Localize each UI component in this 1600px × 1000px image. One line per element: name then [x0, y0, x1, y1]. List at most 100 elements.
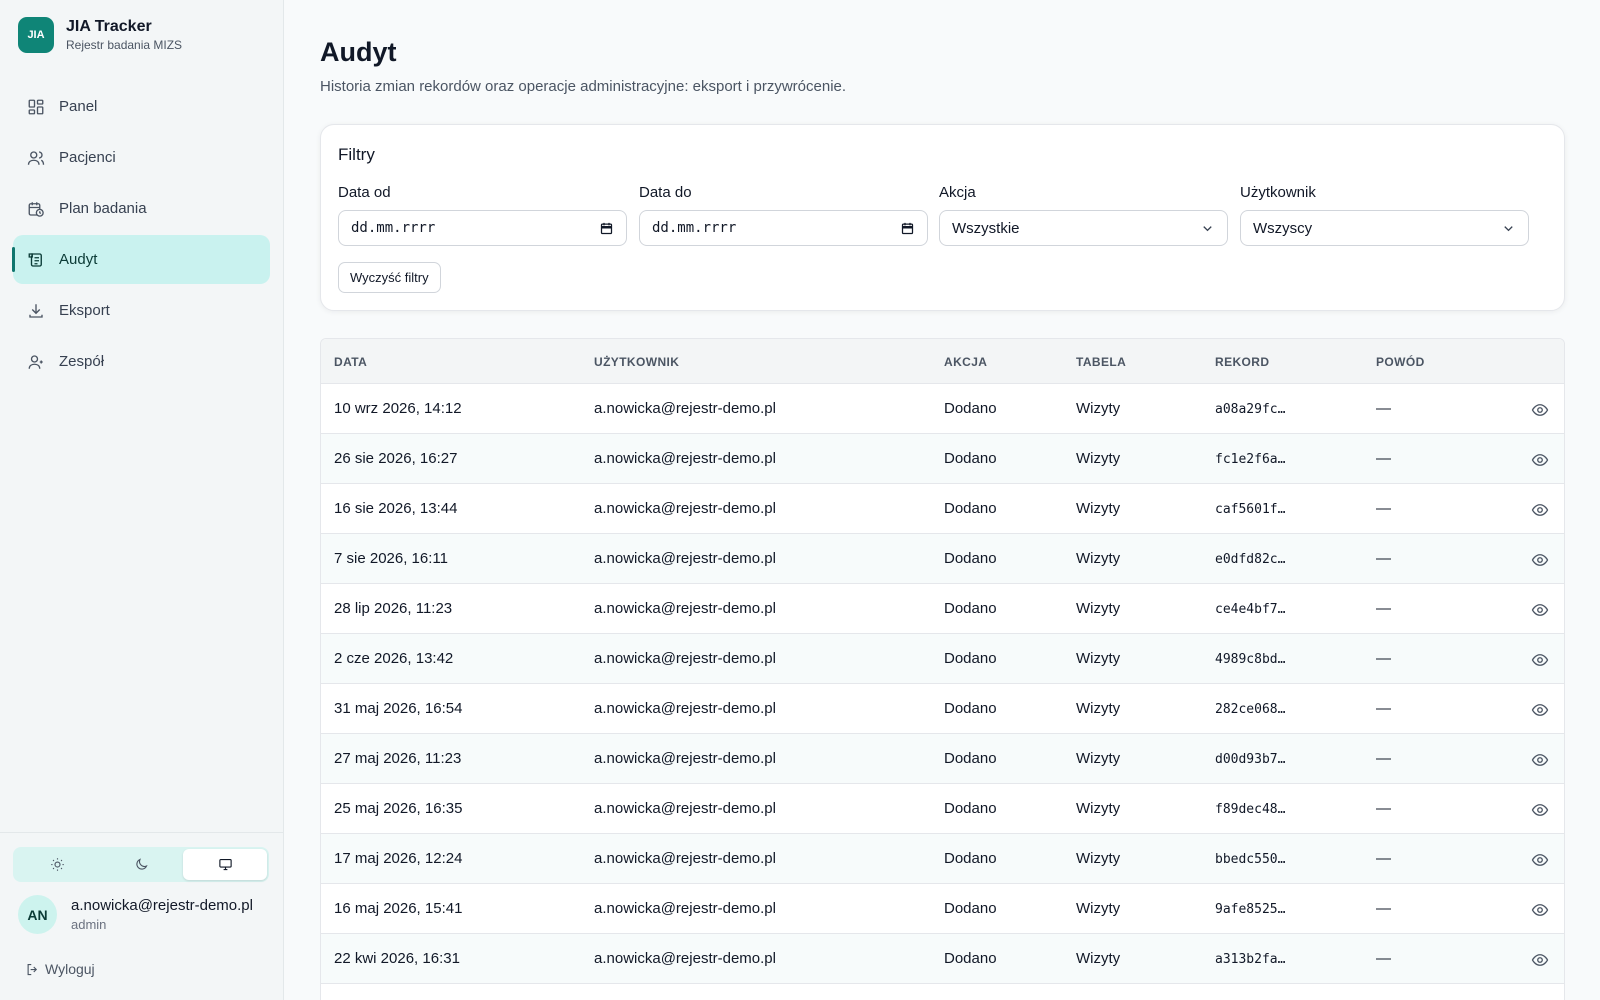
chevron-down-icon: [1501, 221, 1516, 236]
table-row[interactable]: 25 maj 2026, 16:35 a.nowicka@rejestr-demo…: [321, 784, 1564, 834]
column-header-reason[interactable]: POWÓD: [1376, 355, 1425, 369]
action-select[interactable]: Wszystkie: [939, 210, 1228, 246]
cell-action: Dodano: [944, 750, 997, 767]
theme-system-button[interactable]: [183, 849, 267, 880]
cell-date: 28 lip 2026, 11:23: [334, 600, 453, 617]
logout-button[interactable]: Wyloguj: [25, 961, 95, 977]
monitor-icon: [218, 857, 233, 872]
action-field: Akcja Wszystkie: [939, 184, 1228, 246]
eye-icon[interactable]: [1531, 451, 1549, 469]
calendar-icon[interactable]: [900, 221, 915, 236]
table-row[interactable]: 27 maj 2026, 11:23 a.nowicka@rejestr-demo…: [321, 734, 1564, 784]
table-row[interactable]: 26 sie 2026, 16:27 a.nowicka@rejestr-demo…: [321, 434, 1564, 484]
column-header-table[interactable]: TABELA: [1076, 355, 1126, 369]
table-row[interactable]: 16 maj 2026, 15:41 a.nowicka@rejestr-demo…: [321, 884, 1564, 934]
cell-action: Dodano: [944, 400, 997, 417]
cell-user: a.nowicka@rejestr-demo.pl: [594, 700, 776, 717]
cell-reason: —: [1376, 600, 1391, 617]
cell-record: bbedc550…: [1215, 852, 1286, 867]
date-from-value: dd.mm.rrrr: [351, 220, 436, 236]
column-header-record[interactable]: REKORD: [1215, 355, 1269, 369]
cell-reason: —: [1376, 400, 1391, 417]
sidebar-item-eksport[interactable]: Eksport: [13, 286, 270, 335]
cell-record: 9afe8525…: [1215, 902, 1286, 917]
sidebar-nav: Panel Pacjenci Plan badania Audyt Ekspor…: [0, 82, 283, 386]
user-info: a.nowicka@rejestr-demo.pl admin: [71, 896, 253, 934]
cell-table: Wizyty: [1076, 850, 1121, 867]
table-row[interactable]: 16 sie 2026, 13:44 a.nowicka@rejestr-demo…: [321, 484, 1564, 534]
cell-date: 10 wrz 2026, 14:12: [334, 400, 462, 417]
eye-icon[interactable]: [1531, 651, 1549, 669]
cell-record: 4989c8bd…: [1215, 652, 1286, 667]
cell-record: caf5601f…: [1215, 502, 1286, 517]
sidebar-item-pacjenci[interactable]: Pacjenci: [13, 133, 270, 182]
brand-subtitle: Rejestr badania MIZS: [66, 38, 183, 52]
table-row[interactable]: 10 wrz 2026, 14:12 a.nowicka@rejestr-demo…: [321, 384, 1564, 434]
cell-table: Wizyty: [1076, 750, 1121, 767]
cell-table: Wizyty: [1076, 450, 1121, 467]
logout-label: Wyloguj: [45, 961, 95, 977]
cell-reason: —: [1376, 550, 1391, 567]
table-row[interactable]: 28 lip 2026, 11:23 a.nowicka@rejestr-demo…: [321, 584, 1564, 634]
theme-light-button[interactable]: [15, 849, 99, 880]
cell-reason: —: [1376, 650, 1391, 667]
theme-dark-button[interactable]: [99, 849, 183, 880]
user-filter-select[interactable]: Wszyscy: [1240, 210, 1529, 246]
logout-icon: [25, 962, 45, 977]
eye-icon[interactable]: [1531, 501, 1549, 519]
cell-table: Wizyty: [1076, 800, 1121, 817]
cell-user: a.nowicka@rejestr-demo.pl: [594, 650, 776, 667]
table-row[interactable]: 31 maj 2026, 16:54 a.nowicka@rejestr-demo…: [321, 684, 1564, 734]
sidebar-item-zespol[interactable]: Zespół: [13, 337, 270, 386]
page-description: Historia zmian rekordów oraz operacje ad…: [320, 78, 847, 95]
sidebar-item-panel[interactable]: Panel: [13, 82, 270, 131]
cell-action: Dodano: [944, 600, 997, 617]
audit-table: DATA UŻYTKOWNIK AKCJA TABELA REKORD POWÓ…: [320, 338, 1565, 1000]
date-to-input[interactable]: dd.mm.rrrr: [639, 210, 928, 246]
eye-icon[interactable]: [1531, 601, 1549, 619]
eye-icon[interactable]: [1531, 801, 1549, 819]
eye-icon[interactable]: [1531, 401, 1549, 419]
cell-reason: —: [1376, 850, 1391, 867]
brand-text: JIA Tracker Rejestr badania MIZS: [66, 17, 182, 53]
table-row[interactable]: 2 cze 2026, 13:42 a.nowicka@rejestr-demo.…: [321, 634, 1564, 684]
cell-action: Dodano: [944, 500, 997, 517]
brand-logo: JIA: [18, 17, 54, 53]
cell-reason: —: [1376, 750, 1391, 767]
sidebar-item-label: Eksport: [59, 302, 110, 319]
column-header-user[interactable]: UŻYTKOWNIK: [594, 355, 679, 369]
cell-date: 2 cze 2026, 13:42: [334, 650, 454, 667]
cell-table: Wizyty: [1076, 550, 1121, 567]
sidebar-item-audyt[interactable]: Audyt: [12, 235, 270, 284]
sidebar-item-label: Audyt: [59, 251, 98, 268]
cell-reason: —: [1376, 950, 1391, 967]
column-header-action[interactable]: AKCJA: [944, 355, 987, 369]
cell-action: Dodano: [944, 450, 997, 467]
user-team-icon: [27, 353, 45, 371]
cell-user: a.nowicka@rejestr-demo.pl: [594, 850, 776, 867]
eye-icon[interactable]: [1531, 751, 1549, 769]
clear-filters-button[interactable]: Wyczyść filtry: [338, 262, 441, 293]
sidebar-item-plan-badania[interactable]: Plan badania: [13, 184, 270, 233]
column-header-date[interactable]: DATA: [334, 355, 367, 369]
table-row[interactable]: 22 kwi 2026, 16:31 a.nowicka@rejestr-demo…: [321, 934, 1564, 984]
cell-user: a.nowicka@rejestr-demo.pl: [594, 800, 776, 817]
table-row[interactable]: 7 sie 2026, 16:11 a.nowicka@rejestr-demo.…: [321, 534, 1564, 584]
cell-date: 31 maj 2026, 16:54: [334, 700, 463, 717]
eye-icon[interactable]: [1531, 951, 1549, 969]
eye-icon[interactable]: [1531, 701, 1549, 719]
cell-date: 16 maj 2026, 15:41: [334, 900, 463, 917]
date-from-field: Data od dd.mm.rrrr: [338, 184, 627, 246]
table-row[interactable]: 17 maj 2026, 12:24 a.nowicka@rejestr-demo…: [321, 834, 1564, 884]
user-profile[interactable]: AN a.nowicka@rejestr-demo.pl admin: [18, 895, 253, 934]
date-from-input[interactable]: dd.mm.rrrr: [338, 210, 627, 246]
calendar-icon[interactable]: [599, 221, 614, 236]
cell-reason: —: [1376, 500, 1391, 517]
filters-title: Filtry: [338, 145, 375, 164]
eye-icon[interactable]: [1531, 851, 1549, 869]
eye-icon[interactable]: [1531, 901, 1549, 919]
cell-user: a.nowicka@rejestr-demo.pl: [594, 600, 776, 617]
eye-icon[interactable]: [1531, 551, 1549, 569]
date-to-value: dd.mm.rrrr: [652, 220, 737, 236]
brand[interactable]: JIA JIA Tracker Rejestr badania MIZS: [0, 0, 283, 70]
